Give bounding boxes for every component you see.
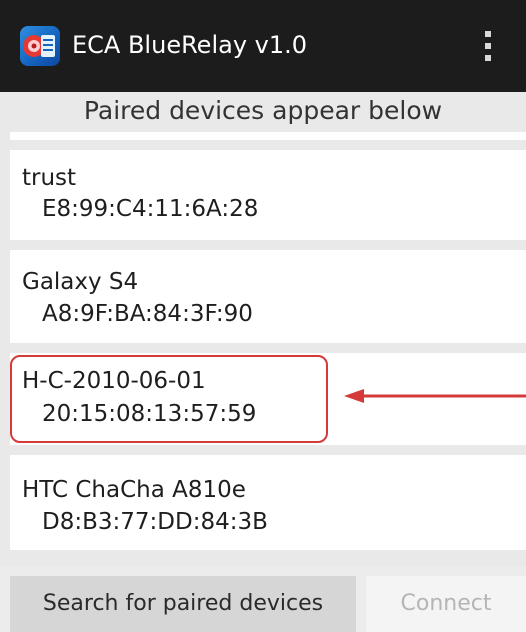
connect-button[interactable]: Connect [366,576,526,632]
red-arrow-icon [344,389,526,403]
app-logo-icon [20,26,60,66]
bottom-button-bar: Search for paired devices Connect [0,566,526,632]
device-address: E8:99:C4:11:6A:28 [42,196,259,222]
device-name: trust [22,165,77,191]
device-address: A8:9F:BA:84:3F:90 [42,301,253,327]
highlight-box [10,355,328,443]
app-title: ECA BlueRelay v1.0 [72,31,308,59]
device-item-htc-chacha[interactable]: HTC ChaCha A810e D8:B3:77:DD:84:3B [10,455,526,550]
device-list-area: Paired devices appear below trust E8:99:… [0,92,526,566]
device-name: HTC ChaCha A810e [22,477,246,503]
app-bar: ECA BlueRelay v1.0 [0,0,526,92]
device-name: Galaxy S4 [22,269,139,295]
device-item-galaxy-s4[interactable]: Galaxy S4 A8:9F:BA:84:3F:90 [10,250,526,343]
device-address: D8:B3:77:DD:84:3B [42,509,268,535]
overflow-menu-icon[interactable] [481,28,495,64]
list-header: Paired devices appear below [0,92,526,132]
search-paired-devices-button[interactable]: Search for paired devices [10,576,356,632]
device-item-trust[interactable]: trust E8:99:C4:11:6A:28 [10,150,526,240]
